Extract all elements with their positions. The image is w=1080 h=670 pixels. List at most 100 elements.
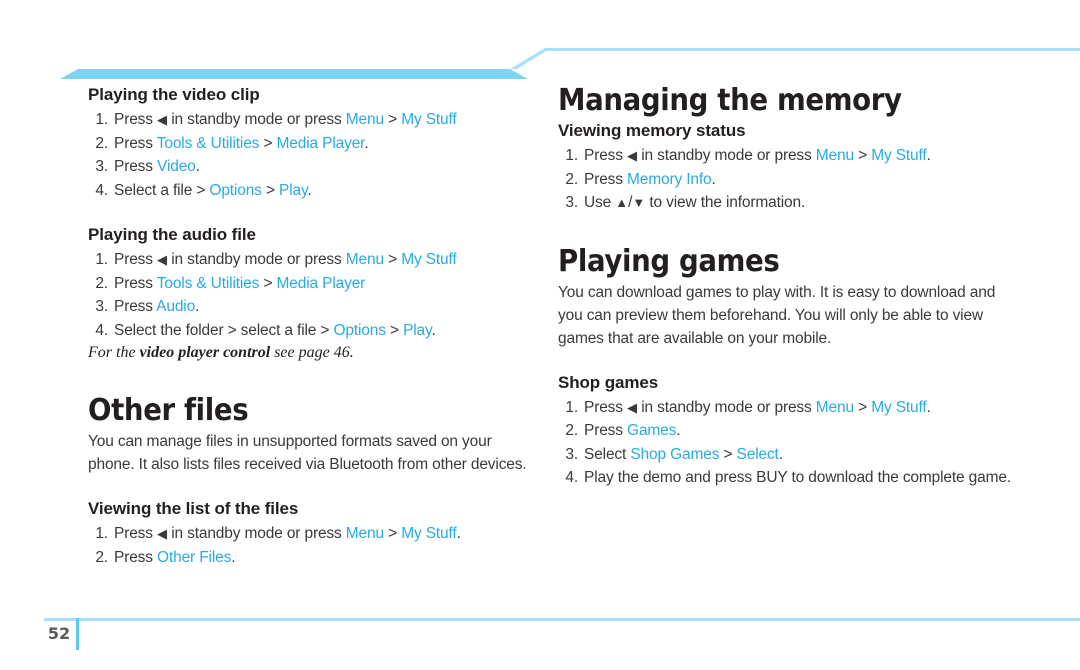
step-text: Press (114, 298, 157, 315)
step-text: . (778, 445, 783, 463)
section-heading-playing-audio-file: Playing the audio file (88, 225, 256, 244)
section-heading-shop-games: Shop games (558, 372, 659, 392)
step-text: in standby mode or press (637, 398, 816, 416)
step-number: 2. (95, 274, 108, 292)
path-separator: > (853, 398, 872, 416)
steps-shop-games: 1. Press ◀ in standby mode or press Menu … (558, 396, 1018, 490)
step-number: 2. (565, 170, 578, 188)
menu-path-link: Shop Games (630, 445, 720, 463)
menu-path-link: Play (403, 321, 432, 339)
menu-path-link: My Stuff (401, 525, 457, 542)
step-number: 1. (565, 147, 578, 164)
step-text: Play the demo and press BUY to download … (584, 469, 1011, 486)
step-text: . (307, 181, 312, 199)
section-heading-playing-video-clip: Playing the video clip (88, 85, 260, 104)
chapter-title-other-files: Other files (88, 393, 249, 428)
step-text: . (431, 321, 436, 339)
step-text: Press (114, 111, 158, 128)
menu-path-link: Options (333, 321, 386, 339)
step-item: 2. Press Memory Info. (558, 168, 1018, 192)
chapter-title-playing-games: Playing games (558, 243, 780, 279)
step-text: in standby mode or press (637, 147, 816, 164)
left-arrow-icon: ◀ (627, 148, 638, 163)
section-heading-viewing-list-of-files: Viewing the list of the files (88, 499, 299, 518)
left-column: Playing the video clip 1. Press ◀ in stan… (88, 84, 528, 569)
step-text: Press (114, 274, 157, 292)
step-text: Press (114, 134, 157, 152)
menu-path-link: Menu (345, 525, 384, 542)
menu-path-link: Menu (815, 398, 854, 416)
menu-path-link: My Stuff (871, 147, 927, 164)
step-text: Select (584, 445, 631, 463)
step-item: 4. Play the demo and press BUY to downloa… (558, 466, 1018, 490)
step-number: 1. (95, 525, 108, 542)
step-text: in standby mode or press (167, 251, 346, 268)
note-emphasis: video player control (139, 344, 271, 361)
menu-path-link: Video (157, 158, 196, 175)
menu-path-link: Menu (345, 111, 384, 128)
step-item: 1. Press ◀ in standby mode or press Menu … (88, 108, 528, 132)
step-number: 2. (95, 134, 108, 152)
step-text: Press (584, 147, 628, 164)
step-text: . (231, 548, 236, 566)
step-item: 2. Press Tools & Utilities > Media Player… (88, 132, 528, 156)
step-number: 2. (95, 548, 108, 566)
step-text: . (711, 170, 716, 188)
down-arrow-icon: ▼ (632, 195, 646, 210)
chapter-intro-other-files: You can manage files in unsupported form… (88, 433, 527, 473)
step-text: Press (584, 398, 628, 416)
step-text: . (456, 525, 461, 542)
path-separator: > (383, 525, 402, 542)
menu-path-link: Select (736, 445, 779, 463)
step-number: 3. (95, 158, 108, 175)
section-heading-viewing-memory-status: Viewing memory status (558, 121, 746, 140)
steps-viewing-list-of-files: 1. Press ◀ in standby mode or press Menu … (88, 522, 528, 569)
step-item: 4. Select the folder > select a file > Op… (88, 319, 528, 343)
menu-path-link: Menu (815, 147, 854, 164)
menu-path-link: Options (209, 181, 262, 199)
menu-path-link: Memory Info (627, 170, 712, 188)
step-text: . (676, 422, 681, 439)
menu-path-link: Tools & Utilities (156, 274, 260, 292)
menu-path-link: Media Player (276, 134, 365, 152)
step-text: . (926, 147, 931, 164)
menu-path-link: My Stuff (401, 251, 457, 268)
left-arrow-icon: ◀ (157, 112, 168, 127)
step-item: 2. Press Other Files. (88, 546, 528, 570)
step-text: Press (584, 422, 628, 439)
step-text: Select the folder > select a file > (114, 321, 334, 339)
step-item: 3. Press Audio. (88, 295, 528, 319)
steps-playing-video-clip: 1. Press ◀ in standby mode or press Menu … (88, 108, 528, 202)
menu-path-link: Other Files (157, 548, 232, 566)
step-text: Select a file > (114, 181, 210, 199)
step-text: . (195, 158, 200, 175)
menu-path-link: Media Player (276, 274, 366, 292)
step-number: 4. (95, 321, 108, 339)
manual-page: Playing the video clip 1. Press ◀ in stan… (0, 0, 1080, 670)
step-item: 2. Press Games. (558, 419, 1018, 443)
step-item: 1. Press ◀ in standby mode or press Menu … (558, 144, 1018, 168)
step-text: . (926, 398, 931, 416)
left-arrow-icon: ◀ (157, 526, 168, 541)
step-item: 2. Press Tools & Utilities > Media Player (88, 272, 528, 296)
step-item: 3. Press Video. (88, 155, 528, 179)
step-text: Use (584, 194, 616, 211)
right-column: Managing the memory Viewing memory statu… (558, 84, 1018, 490)
path-separator: > (261, 181, 279, 199)
step-item: 3. Select Shop Games > Select. (558, 443, 1018, 467)
step-number: 4. (95, 181, 108, 199)
step-item: 1. Press ◀ in standby mode or press Menu … (558, 396, 1018, 420)
path-separator: > (259, 134, 277, 152)
menu-path-link: Tools & Utilities (156, 134, 260, 152)
menu-path-link: My Stuff (871, 398, 927, 416)
step-item: 4. Select a file > Options > Play. (88, 179, 528, 203)
note-prefix: For the (88, 344, 140, 361)
note-suffix: see page 46. (270, 344, 354, 361)
path-separator: > (383, 111, 402, 128)
menu-path-link: Games (627, 422, 677, 439)
steps-playing-audio-file: 1. Press ◀ in standby mode or press Menu … (88, 248, 528, 342)
step-text: Press (584, 170, 628, 188)
step-number: 1. (95, 111, 108, 128)
step-number: 3. (565, 445, 578, 463)
